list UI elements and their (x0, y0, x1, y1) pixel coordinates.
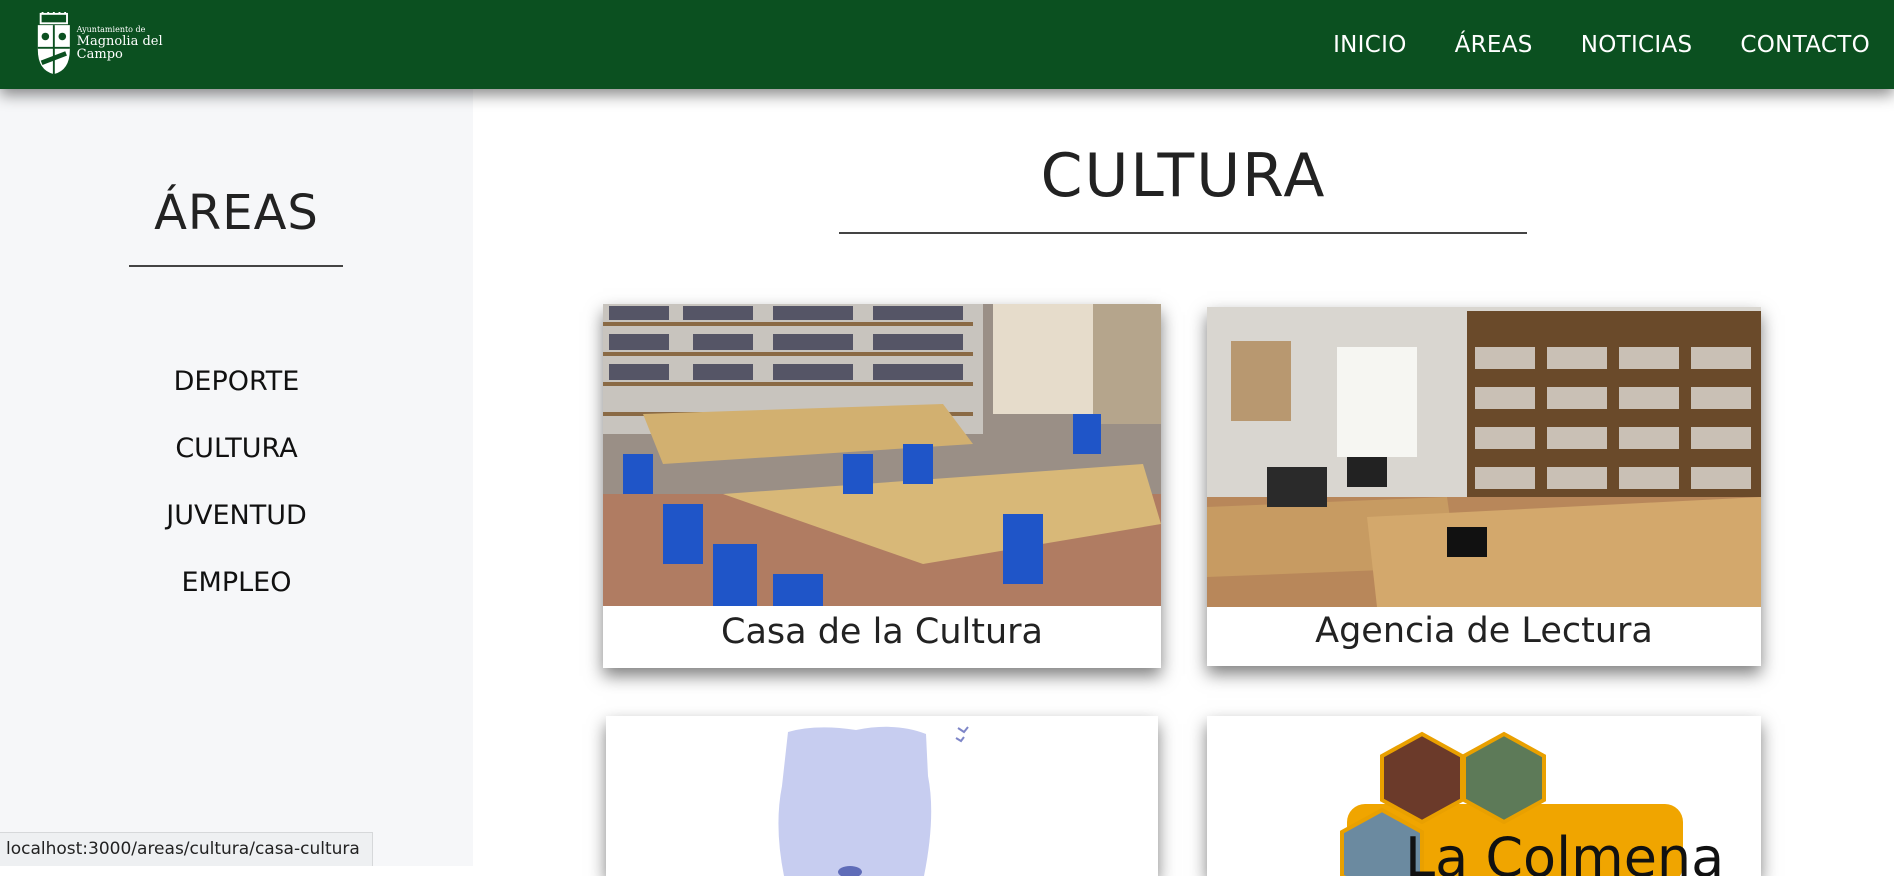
site-logo[interactable]: Ayuntamiento de Magnolia del Campo (35, 10, 205, 78)
main-content: CULTURA Casa de la Cultura Agencia de Le… (473, 89, 1894, 876)
areas-sidebar: ÁREAS DEPORTE CULTURA JUVENTUD EMPLEO (0, 89, 473, 866)
coat-of-arms-icon (37, 11, 70, 75)
nav-noticias[interactable]: NOTICIAS (1581, 32, 1693, 58)
sidebar-item-deporte[interactable]: DEPORTE (0, 365, 473, 432)
nav-inicio[interactable]: INICIO (1333, 32, 1407, 58)
sidebar-list: DEPORTE CULTURA JUVENTUD EMPLEO (0, 365, 473, 633)
page-title: CULTURA (1040, 141, 1327, 211)
sidebar-item-cultura[interactable]: CULTURA (0, 432, 473, 499)
map-illustration-image (606, 716, 1158, 876)
card-la-colmena[interactable]: La Colmena (1207, 716, 1761, 876)
card-caption: Casa de la Cultura (721, 612, 1043, 652)
card-agencia-de-lectura[interactable]: Agencia de Lectura (1207, 307, 1761, 666)
la-colmena-text: La Colmena (1405, 826, 1724, 876)
nav-contacto[interactable]: CONTACTO (1740, 32, 1870, 58)
la-colmena-logo-image: La Colmena (1207, 716, 1761, 876)
library-reading-room-image (603, 304, 1161, 606)
card-casa-de-la-cultura[interactable]: Casa de la Cultura (603, 304, 1161, 668)
sidebar-item-juventud[interactable]: JUVENTUD (0, 499, 473, 566)
sidebar-divider (129, 265, 343, 267)
card-caption: Agencia de Lectura (1315, 611, 1653, 651)
library-office-image (1207, 307, 1761, 607)
card-map[interactable] (606, 716, 1158, 876)
nav-areas[interactable]: ÁREAS (1455, 32, 1533, 58)
sidebar-item-empleo[interactable]: EMPLEO (0, 566, 473, 633)
sidebar-title: ÁREAS (154, 185, 319, 241)
logo-title: Magnolia del Campo (76, 33, 163, 63)
top-navbar: Ayuntamiento de Magnolia del Campo INICI… (0, 0, 1894, 89)
title-divider (839, 232, 1527, 234)
main-nav: INICIO ÁREAS NOTICIAS CONTACTO (1285, 0, 1870, 89)
link-status-bar: localhost:3000/areas/cultura/casa-cultur… (0, 832, 373, 866)
